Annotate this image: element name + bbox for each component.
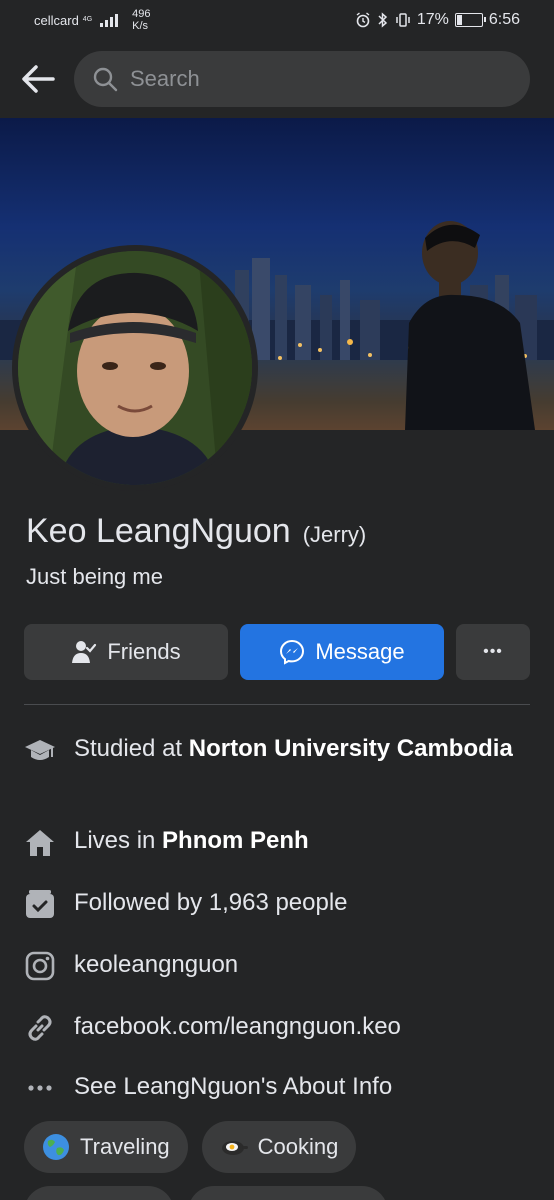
hobbies-list: Traveling Cooking	[24, 1121, 357, 1173]
hobby-chip-cooking[interactable]: Cooking	[201, 1121, 357, 1173]
battery-percent: 17%	[416, 11, 449, 28]
residence-place[interactable]: Phnom Penh	[162, 827, 309, 854]
hobby-chip-traveling[interactable]: Traveling	[24, 1121, 188, 1173]
ellipsis-icon	[24, 1072, 56, 1104]
status-bar: cellcard 4G 496 K/s 17% 6:56	[0, 0, 554, 40]
followers-text: Followed by 1,963 people	[74, 889, 348, 916]
search-input[interactable]: Search	[74, 51, 530, 107]
about-info-link: See LeangNguon's About Info	[74, 1073, 393, 1100]
search-placeholder: Search	[130, 66, 200, 91]
messenger-icon	[280, 639, 305, 665]
status-left: cellcard 4G 496 K/s	[34, 8, 151, 32]
carrier-name: cellcard	[34, 12, 79, 28]
status-right: 17% 6:56	[355, 11, 520, 29]
divider	[24, 704, 530, 705]
hobby-chip-partial[interactable]	[24, 1186, 174, 1200]
network-speed: 496 K/s	[132, 8, 151, 32]
info-residence: Lives in Phnom Penh	[24, 826, 530, 858]
website-link: facebook.com/leangnguon.keo	[74, 1013, 401, 1040]
alarm-icon	[356, 12, 370, 28]
more-options-button[interactable]: •••	[456, 624, 530, 680]
vibrate-icon	[396, 13, 410, 27]
avatar-photo	[18, 251, 252, 485]
residence-text: Lives in Phnom Penh	[74, 827, 309, 854]
back-button[interactable]	[18, 59, 58, 99]
graduation-cap-icon	[24, 734, 56, 766]
battery-icon	[454, 13, 486, 27]
avatar-illustration	[18, 251, 252, 485]
profile-alternate-name: (Jerry)	[302, 522, 367, 547]
profile-bio: Just being me	[26, 564, 163, 589]
followers-icon	[24, 888, 56, 920]
message-button-label: Message	[315, 639, 405, 664]
hobby-chip-partial[interactable]	[188, 1186, 388, 1200]
cooking-emoji-icon	[221, 1141, 248, 1155]
info-instagram[interactable]: keoleangnguon	[24, 950, 530, 982]
friends-check-icon	[72, 641, 97, 663]
back-arrow-icon	[22, 65, 55, 93]
profile-avatar[interactable]	[12, 245, 258, 491]
education-place[interactable]: Norton University Cambodia	[189, 735, 513, 762]
search-icon	[93, 67, 118, 92]
more-icon: •••	[483, 643, 503, 660]
message-button[interactable]: Message	[240, 624, 444, 680]
top-bar: Search	[0, 50, 554, 108]
hobbies-row-2	[24, 1186, 388, 1200]
clock: 6:56	[488, 11, 520, 28]
profile-name: Keo LeangNguon	[26, 512, 291, 550]
signal-icon	[100, 13, 119, 27]
instagram-icon	[24, 950, 56, 982]
education-text: Studied at Norton University Cambodia	[74, 735, 513, 762]
info-website[interactable]: facebook.com/leangnguon.keo	[24, 1012, 530, 1044]
globe-emoji-icon	[43, 1134, 69, 1160]
info-followers[interactable]: Followed by 1,963 people	[24, 888, 530, 920]
hobby-label: Traveling	[80, 1134, 170, 1159]
bluetooth-icon	[378, 12, 387, 28]
hobby-label: Cooking	[257, 1134, 339, 1159]
cover-person	[405, 221, 535, 430]
profile-name-row: Keo LeangNguon (Jerry)	[26, 512, 366, 551]
home-icon	[24, 826, 56, 858]
profile-actions: Friends Message •••	[24, 624, 530, 680]
link-icon	[24, 1012, 56, 1044]
network-type: 4G	[82, 16, 93, 23]
friends-button-label: Friends	[107, 639, 181, 664]
info-about[interactable]: See LeangNguon's About Info	[24, 1072, 530, 1104]
friends-button[interactable]: Friends	[24, 624, 228, 680]
instagram-handle: keoleangnguon	[74, 951, 239, 978]
info-education: Studied at Norton University Cambodia	[24, 734, 530, 766]
